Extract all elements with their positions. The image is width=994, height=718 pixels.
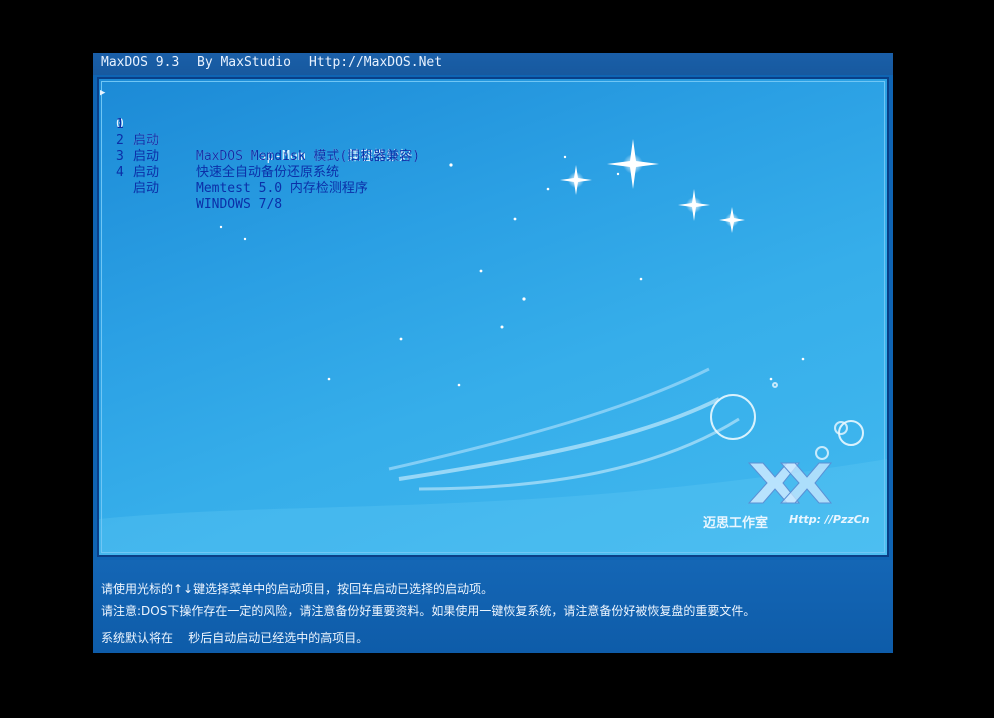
selection-arrow-icon: ▶ — [100, 88, 106, 98]
header-version: MaxDOS 9.3 — [101, 55, 180, 70]
menu-panel: ▶ 0 启动 MaxDOS Map-Mem 模式(兼容性较好) 1 启动 Max… — [97, 77, 889, 557]
logo-url: Http: //PzzCn — [789, 513, 870, 526]
header-author: By MaxStudio — [197, 55, 291, 70]
menu-item-1[interactable]: 1 启动 MaxDOS Memdisk 模式(旧机器兼容) — [99, 101, 420, 164]
footer-line-1: 请使用光标的↑↓键选择菜单中的启动项目，按回车启动已选择的启动项。 — [101, 582, 494, 596]
menu-item-4[interactable]: 4 启动 WINDOWS 7/8 — [99, 149, 282, 212]
footer-line-2: 请注意:DOS下操作存在一定的风险，请注意备份好重要资料。如果使用一键恢复系统，… — [101, 604, 756, 618]
menu-item-3[interactable]: 3 启动 Memtest 5.0 内存检测程序 — [99, 133, 368, 196]
header-bar: MaxDOS 9.3 By MaxStudio Http://MaxDOS.Ne… — [93, 53, 893, 75]
boot-screen: MaxDOS 9.3 By MaxStudio Http://MaxDOS.Ne… — [93, 53, 893, 653]
menu-item-title: Memtest 5.0 内存检测程序 — [196, 181, 368, 196]
menu-item-0[interactable]: ▶ 0 启动 MaxDOS Map-Mem 模式(兼容性较好) — [99, 85, 420, 164]
footer-help: 请使用光标的↑↓键选择菜单中的启动项目，按回车启动已选择的启动项。 请注意:DO… — [93, 560, 893, 653]
footer-line-3: 系统默认将在 秒后自动启动已经选中的高项目。 — [101, 631, 369, 645]
logo-name: 迈思工作室 — [703, 516, 769, 531]
menu-item-2[interactable]: 2 启动 快速全自动备份还原系统 — [99, 117, 339, 180]
menu-item-action: 启动 — [133, 181, 160, 196]
menu-item-title: WINDOWS 7/8 — [196, 197, 283, 212]
menu-item-number: 4 — [116, 165, 124, 180]
menu-item-title: MaxDOS Memdisk 模式(旧机器兼容) — [196, 149, 421, 164]
header-url: Http://MaxDOS.Net — [309, 55, 443, 70]
menu-item-title: 快速全自动备份还原系统 — [196, 165, 340, 180]
